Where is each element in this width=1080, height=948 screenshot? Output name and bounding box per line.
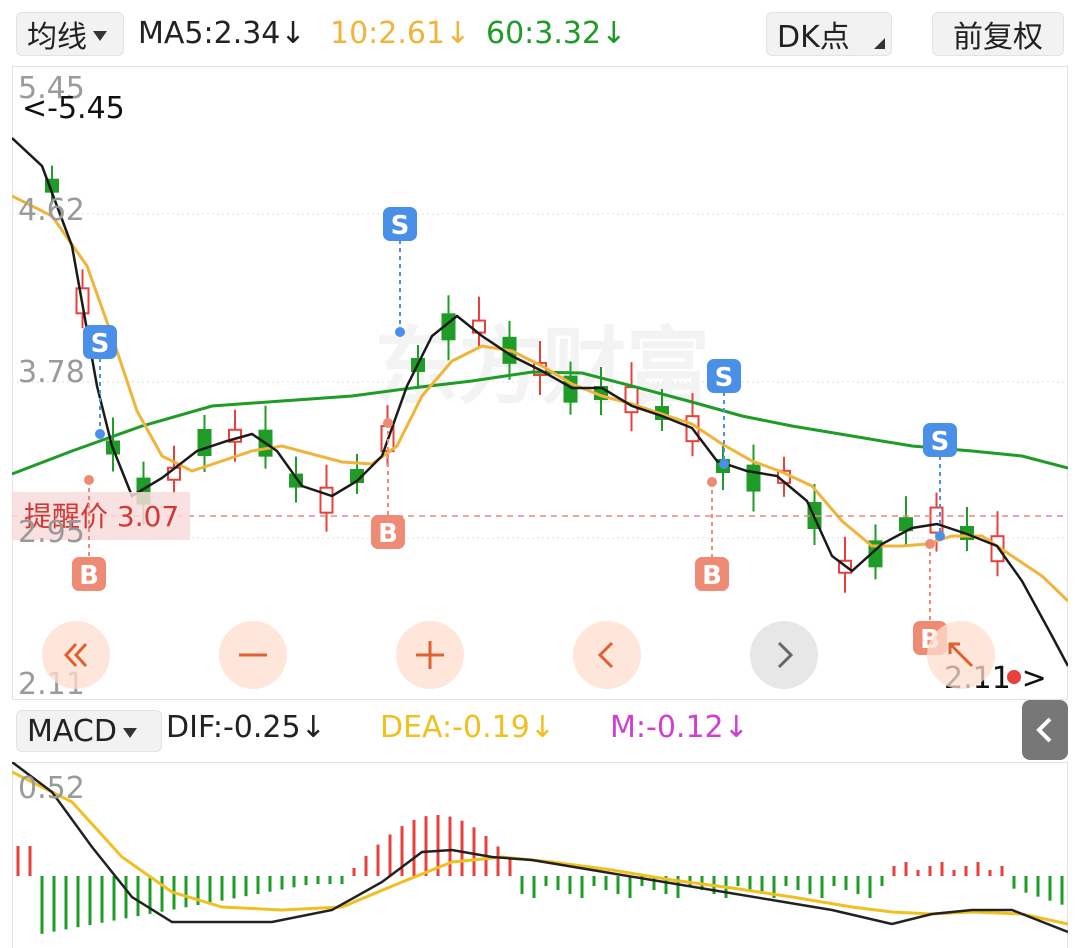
high-price-marker: <-5.45 (22, 91, 125, 126)
latest-price-dot (1007, 670, 1021, 684)
jump-to-end-button[interactable] (927, 621, 995, 689)
ma-selector-label: 均线 (27, 20, 87, 55)
corner-arrow-icon (874, 38, 885, 49)
zoom-out-button[interactable] (219, 621, 287, 689)
chevron-left-icon (597, 641, 614, 669)
macd-histogram (16, 815, 1064, 934)
side-panel-toggle-button[interactable] (1022, 700, 1068, 760)
chevron-left-icon (1036, 717, 1052, 743)
double-chevron-left-icon (63, 642, 88, 668)
price-axis-middle: 3.78 (18, 355, 85, 390)
arrow-down-icon: ↓ (280, 16, 306, 51)
svg-text:B: B (378, 519, 398, 549)
dropdown-arrow-icon (122, 728, 137, 738)
dif-readout: DIF:-0.25↓ (166, 710, 326, 745)
ma60-readout: 60:3.32↓ (486, 16, 626, 51)
arrow-down-icon: ↓ (723, 710, 749, 745)
dk-point-button[interactable]: DK点 (766, 12, 892, 56)
forward-adjust-label: 前复权 (953, 20, 1043, 55)
dea-value: DEA:-0.19 (380, 710, 530, 745)
ma10-value: 10:2.61 (330, 16, 446, 51)
arrow-down-icon: ↓ (601, 16, 627, 51)
macd-chart[interactable]: 0.52 (12, 762, 1068, 948)
plus-icon (416, 641, 444, 669)
m-value: M:-0.12 (610, 710, 724, 745)
svg-text:S: S (91, 329, 110, 359)
arrow-down-icon: ↓ (300, 710, 326, 745)
chevron-right-icon (777, 641, 794, 669)
ma5-value: MA5:2.34 (138, 16, 281, 51)
macd-selector-button[interactable]: MACD (16, 710, 162, 752)
ma-selector-button[interactable]: 均线 (16, 12, 124, 56)
price-axis-upper: 4.62 (18, 193, 85, 228)
macd-selector-label: MACD (27, 713, 117, 749)
dropdown-arrow-icon (93, 31, 107, 41)
ma60-value: 60:3.32 (486, 16, 602, 51)
forward-adjust-button[interactable]: 前复权 (932, 12, 1064, 56)
macd-axis-top: 0.52 (18, 771, 85, 806)
dif-value: DIF:-0.25 (166, 710, 301, 745)
arrow-down-icon: ↓ (445, 16, 471, 51)
jump-to-start-button[interactable] (42, 621, 110, 689)
svg-text:B: B (702, 561, 722, 591)
ma10-readout: 10:2.61↓ (330, 16, 470, 51)
dk-point-label: DK点 (777, 20, 850, 55)
svg-text:S: S (931, 427, 950, 457)
m-readout: M:-0.12↓ (610, 710, 749, 745)
zoom-in-button[interactable] (396, 621, 464, 689)
svg-text:S: S (391, 211, 410, 241)
previous-button[interactable] (573, 621, 641, 689)
next-button[interactable] (750, 621, 818, 689)
macd-lines (12, 762, 1068, 934)
candlestick-chart[interactable]: 东方财富 提醒价 3.07 SSSSBBBB 5.45 <-5.45 4.62 … (12, 66, 1068, 700)
minus-icon (239, 653, 267, 657)
svg-text:S: S (715, 363, 734, 393)
svg-text:B: B (79, 561, 99, 591)
macd-toolbar: MACD DIF:-0.25↓ DEA:-0.19↓ M:-0.12↓ (0, 700, 1080, 762)
price-axis-lower: 2.95 (18, 515, 85, 550)
ma5-readout: MA5:2.34↓ (138, 16, 306, 51)
indicator-toolbar: 均线 MA5:2.34↓ 10:2.61↓ 60:3.32↓ DK点 前复权 (0, 0, 1080, 66)
dea-readout: DEA:-0.19↓ (380, 710, 555, 745)
arrow-down-icon: ↓ (529, 710, 555, 745)
diagonal-arrow-icon (948, 642, 974, 668)
